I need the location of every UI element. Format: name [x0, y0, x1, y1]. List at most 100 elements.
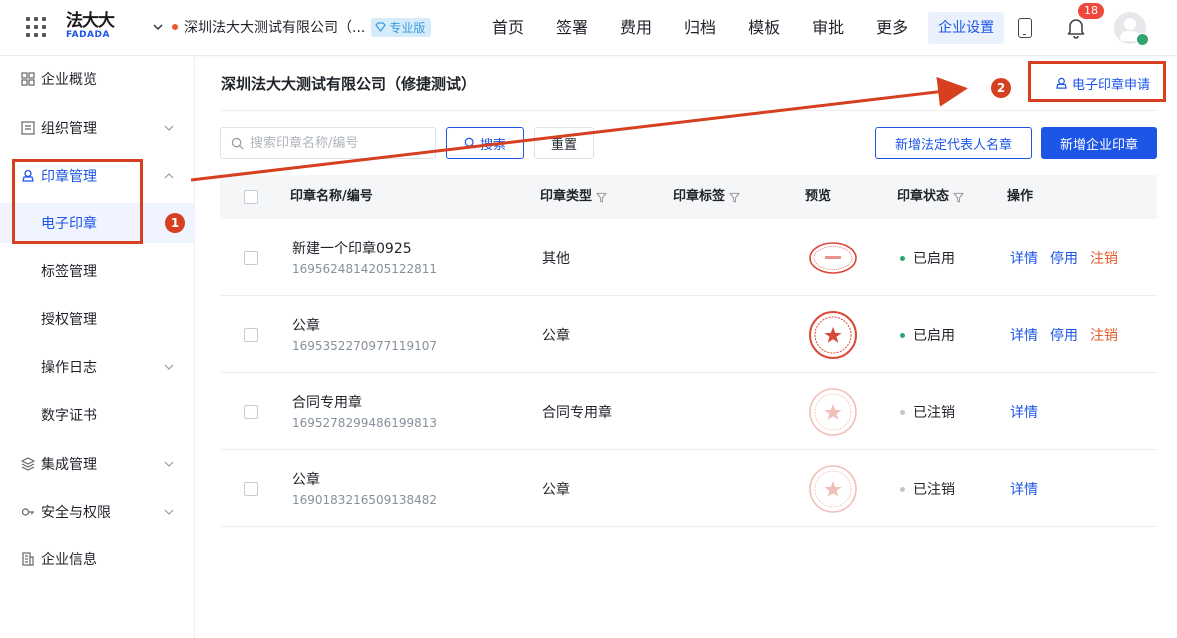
- add-enterprise-seal-button[interactable]: 新增企业印章: [1041, 127, 1157, 159]
- seal-name-cell: 新建一个印章0925 1695624814205122811: [292, 238, 437, 276]
- chevron-down-icon: [153, 24, 163, 31]
- logo-text: 法大大: [66, 11, 115, 31]
- filter-icon[interactable]: [953, 192, 964, 203]
- nav-more[interactable]: 更多: [860, 0, 924, 56]
- column-label: 印章名称/编号: [290, 189, 373, 204]
- search-field[interactable]: [220, 127, 436, 159]
- seal-preview-image[interactable]: [808, 387, 858, 437]
- search-button[interactable]: 搜索: [446, 127, 524, 159]
- column-label: 印章状态: [897, 189, 950, 204]
- sidebar-item-tag-management[interactable]: 标签管理: [0, 251, 195, 291]
- cancel-link[interactable]: 注销: [1090, 248, 1118, 268]
- detail-link[interactable]: 详情: [1010, 325, 1038, 345]
- seal-code: 1695278299486199813: [292, 416, 438, 430]
- cancel-link[interactable]: 注销: [1090, 325, 1118, 345]
- annotation-box-apply: [1028, 61, 1166, 102]
- logo-subtext: FADADA: [66, 30, 110, 40]
- column-label: 预览: [805, 189, 832, 204]
- reset-button[interactable]: 重置: [534, 127, 594, 159]
- row-checkbox[interactable]: [244, 482, 258, 496]
- seal-code: 1690183216509138482: [292, 493, 438, 507]
- status-label: 已注销: [913, 405, 955, 421]
- avatar[interactable]: [1114, 12, 1149, 46]
- mobile-icon[interactable]: [1018, 18, 1032, 38]
- seal-status: 已注销: [900, 402, 955, 422]
- main-nav: 首页 签署 费用 归档 模板 审批 更多 企业设置: [476, 0, 1005, 56]
- table-row: 公章 1695352270977119107 公章 已启用 详情 停用 注销: [220, 296, 1157, 373]
- seal-preview-image[interactable]: [808, 310, 858, 360]
- row-checkbox[interactable]: [244, 405, 258, 419]
- seal-type: 公章: [542, 482, 570, 498]
- search-input[interactable]: [250, 135, 420, 151]
- page-title: 深圳法大大测试有限公司（修捷测试）: [221, 75, 477, 93]
- seal-preview-image[interactable]: [808, 464, 858, 514]
- annotation-box-sidebar: [12, 159, 143, 244]
- sidebar-item-security[interactable]: 安全与权限: [0, 492, 195, 532]
- nav-templates[interactable]: 模板: [732, 0, 796, 56]
- detail-link[interactable]: 详情: [1010, 479, 1038, 499]
- filter-icon[interactable]: [596, 192, 607, 203]
- table-header: 印章名称/编号 印章类型 印章标签 预览 印章状态 操作: [220, 175, 1157, 219]
- seal-type: 其他: [542, 251, 570, 267]
- status-dot: [900, 409, 905, 415]
- select-all-checkbox[interactable]: [244, 190, 258, 204]
- row-checkbox[interactable]: [244, 251, 258, 265]
- company-status-dot: [172, 24, 178, 30]
- notification-button[interactable]: 18: [1066, 3, 1104, 39]
- sidebar-item-integration[interactable]: 集成管理: [0, 444, 195, 484]
- seal-preview-image[interactable]: [808, 233, 858, 283]
- logo[interactable]: 法大大 FADADA: [66, 12, 118, 42]
- seal-table: 印章名称/编号 印章类型 印章标签 预览 印章状态 操作 新建一个印章0925 …: [220, 175, 1157, 527]
- company-switcher[interactable]: 深圳法大大测试有限公司（... 专业版: [152, 16, 432, 38]
- column-header-preview: 预览: [805, 175, 831, 219]
- sidebar-item-overview[interactable]: 企业概览: [0, 59, 195, 99]
- sidebar-item-enterprise-info[interactable]: 企业信息: [0, 539, 195, 579]
- sidebar-item-label: 企业概览: [41, 72, 97, 88]
- sidebar-item-digital-certificate[interactable]: 数字证书: [0, 395, 195, 435]
- seal-name-cell: 公章 1695352270977119107: [292, 315, 437, 353]
- top-bar: 法大大 FADADA 深圳法大大测试有限公司（... 专业版 首页 签署 费用 …: [0, 0, 1177, 56]
- seal-name: 公章: [292, 318, 320, 334]
- column-header-status: 印章状态: [897, 175, 964, 219]
- sidebar-item-label: 企业信息: [41, 552, 97, 568]
- seal-status: 已注销: [900, 479, 955, 499]
- chevron-down-icon: [164, 364, 174, 370]
- nav-archive[interactable]: 归档: [668, 0, 732, 56]
- add-legal-rep-seal-button[interactable]: 新增法定代表人名章: [875, 127, 1032, 159]
- disable-link[interactable]: 停用: [1050, 248, 1078, 268]
- nav-home[interactable]: 首页: [476, 0, 540, 56]
- row-actions: 详情: [1010, 479, 1038, 499]
- table-row: 新建一个印章0925 1695624814205122811 其他 已启用 详情…: [220, 219, 1157, 296]
- nav-fees[interactable]: 费用: [604, 0, 668, 56]
- sidebar-item-operation-log[interactable]: 操作日志: [0, 347, 195, 387]
- app-grid-icon[interactable]: [26, 17, 46, 37]
- filter-icon[interactable]: [729, 192, 740, 203]
- seal-name-cell: 合同专用章 1695278299486199813: [292, 392, 437, 430]
- detail-link[interactable]: 详情: [1010, 248, 1038, 268]
- chevron-down-icon: [164, 509, 174, 515]
- sidebar-item-organization[interactable]: 组织管理: [0, 108, 195, 148]
- nav-approval[interactable]: 审批: [796, 0, 860, 56]
- company-name: 深圳法大大测试有限公司（...: [184, 20, 366, 36]
- nav-sign[interactable]: 签署: [540, 0, 604, 56]
- search-icon: [464, 137, 476, 149]
- sidebar-item-authorization[interactable]: 授权管理: [0, 299, 195, 339]
- org-icon: [21, 121, 35, 135]
- detail-link[interactable]: 详情: [1010, 402, 1038, 422]
- row-actions: 详情 停用 注销: [1010, 325, 1118, 345]
- search-icon: [231, 137, 244, 149]
- notification-count: 18: [1078, 3, 1104, 19]
- table-row: 合同专用章 1695278299486199813 合同专用章 已注销 详情: [220, 373, 1157, 450]
- nav-enterprise-settings[interactable]: 企业设置: [928, 12, 1005, 44]
- sidebar-item-label: 集成管理: [41, 457, 97, 473]
- building-icon: [22, 552, 34, 566]
- row-actions: 详情: [1010, 402, 1038, 422]
- search-button-label: 搜索: [479, 137, 506, 153]
- row-checkbox[interactable]: [244, 328, 258, 342]
- status-dot: [900, 255, 905, 261]
- seal-code: 1695624814205122811: [292, 262, 438, 276]
- seal-name-cell: 公章 1690183216509138482: [292, 469, 437, 507]
- column-label: 操作: [1007, 189, 1034, 204]
- sidebar-item-label: 授权管理: [41, 312, 97, 328]
- disable-link[interactable]: 停用: [1050, 325, 1078, 345]
